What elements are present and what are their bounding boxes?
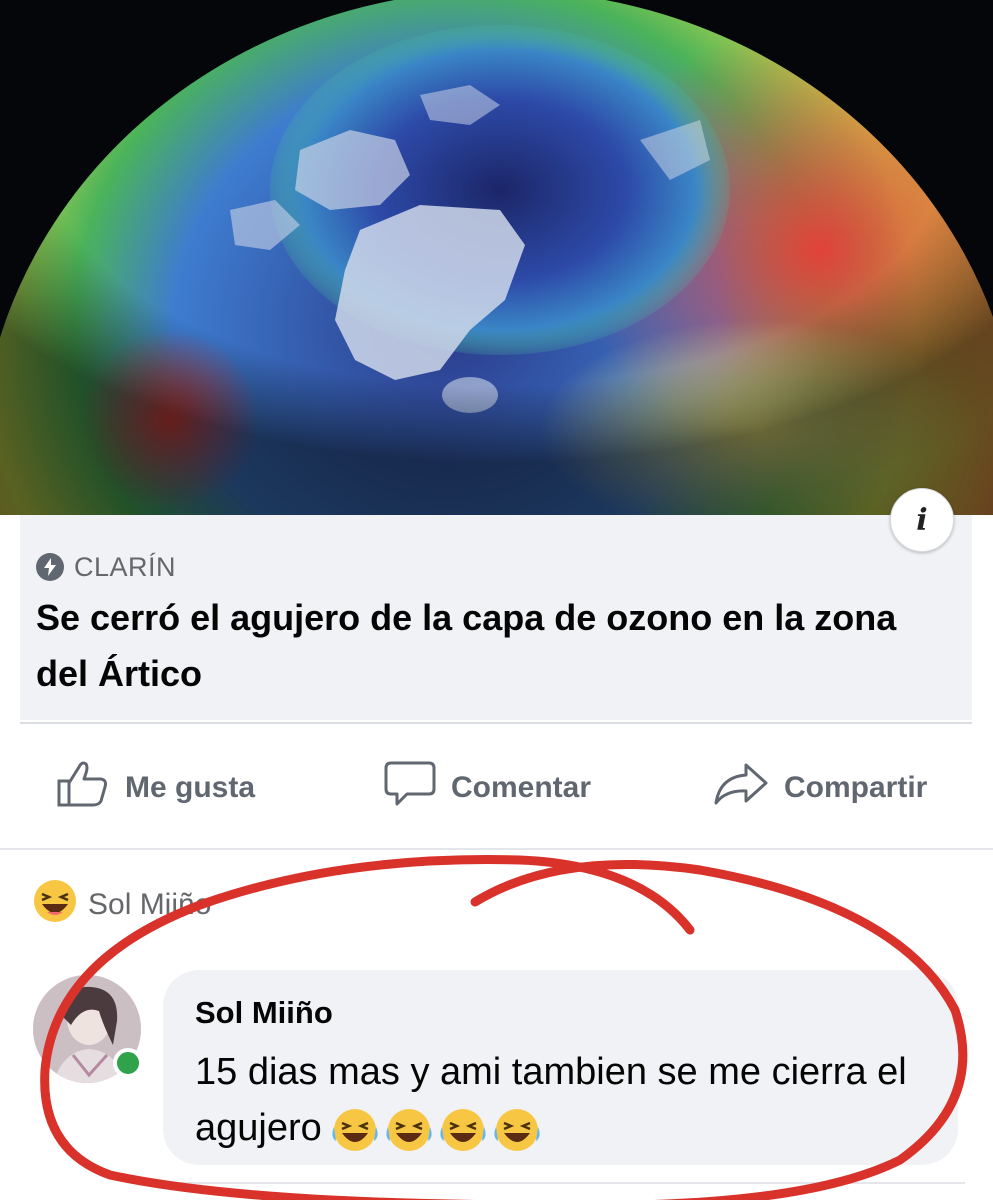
comment-emojis <box>330 1107 542 1153</box>
like-button[interactable]: Me gusta <box>55 745 255 830</box>
laughing-emoji-icon <box>386 1108 432 1151</box>
thumbs-up-icon <box>55 759 111 817</box>
laughing-emoji-icon <box>494 1108 540 1151</box>
share-label: Compartir <box>784 770 928 804</box>
comment-button[interactable]: Comentar <box>383 745 591 830</box>
reactor-name: Sol Miiño <box>88 888 212 921</box>
divider <box>165 1182 965 1184</box>
bolt-icon <box>36 553 64 581</box>
comment-text: 15 dias mas y ami tambien se me cierra e… <box>195 1044 935 1156</box>
comment-icon <box>383 759 437 817</box>
source-name: CLARÍN <box>74 551 177 582</box>
share-button[interactable]: Compartir <box>712 745 927 830</box>
comment-body: 15 dias mas y ami tambien se me cierra e… <box>195 1051 907 1149</box>
link-preview-image[interactable] <box>0 0 993 515</box>
comment-label: Comentar <box>451 770 592 804</box>
share-icon <box>712 759 770 817</box>
post-action-bar: Me gusta Comentar Compartir <box>0 745 993 830</box>
link-source: CLARÍN <box>36 550 176 584</box>
info-button[interactable]: i <box>890 488 954 552</box>
reaction-summary[interactable]: Sol Miiño <box>32 880 211 930</box>
divider <box>20 722 972 724</box>
laughing-emoji-icon <box>440 1108 486 1151</box>
link-headline[interactable]: Se cerró el agujero de la capa de ozono … <box>36 590 956 702</box>
laughing-emoji-icon <box>32 878 78 932</box>
divider <box>0 848 993 850</box>
like-label: Me gusta <box>125 770 256 804</box>
comment-author[interactable]: Sol Miiño <box>195 995 333 1031</box>
online-status-indicator <box>113 1048 143 1078</box>
laughing-emoji-icon <box>332 1108 378 1151</box>
